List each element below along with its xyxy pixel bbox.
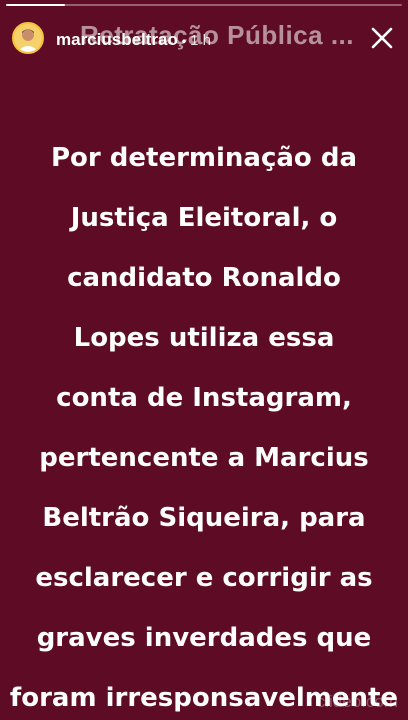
story-user-info: marciusbeltrao • 1 h [56, 30, 211, 50]
text-line: conta de Instagram, [56, 383, 352, 413]
close-button[interactable] [368, 24, 396, 52]
story-progress-bar [6, 4, 402, 6]
text-line: graves inverdades que [36, 623, 372, 653]
avatar[interactable] [12, 22, 44, 54]
separator-dot: • [181, 33, 187, 48]
avatar-photo [14, 24, 42, 52]
close-icon [371, 27, 393, 49]
text-line: Lopes utiliza essa [73, 323, 335, 353]
text-line: pertencente a Marcius [39, 443, 369, 473]
post-time: 1 h [190, 32, 211, 49]
text-line: Beltrão Siqueira, para [42, 503, 366, 533]
text-line: Por determinação da [50, 143, 357, 173]
story-text: Por determinação da Justiça Eleitoral, o… [0, 128, 408, 720]
text-line: candidato Ronaldo [67, 263, 341, 293]
text-line: Justiça Eleitoral, o [70, 203, 338, 233]
story-viewer[interactable]: Retratação Pública ... marciusbeltrao • 1 … [0, 0, 408, 720]
story-header: Retratação Pública ... marciusbeltrao • 1 … [12, 20, 396, 56]
username[interactable]: marciusbeltrao [56, 30, 178, 49]
text-line: esclarecer e corrigir as [35, 563, 373, 593]
story-progress-fill [6, 4, 66, 6]
watermark: clideo.com [316, 692, 398, 711]
